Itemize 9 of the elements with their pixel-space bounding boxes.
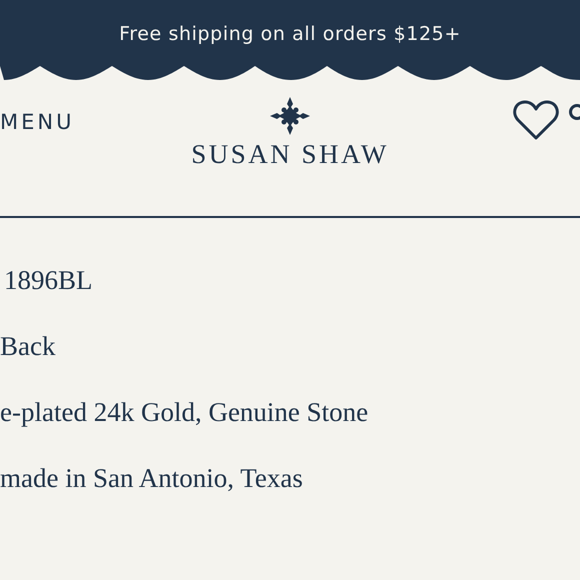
detail-text: 1896BL [3,264,94,297]
ornament-icon [270,97,310,135]
announcement-text: Free shipping on all orders $125+ [119,23,461,45]
detail-text: made in San Antonio, Texas [0,462,304,495]
menu-button[interactable]: MENU [0,110,74,134]
brand-logo[interactable]: SUSAN SHAW [191,139,389,170]
detail-text: Back [0,330,56,363]
detail-text: e-plated 24k Gold, Genuine Stone [0,396,370,429]
heart-icon[interactable] [512,99,560,141]
